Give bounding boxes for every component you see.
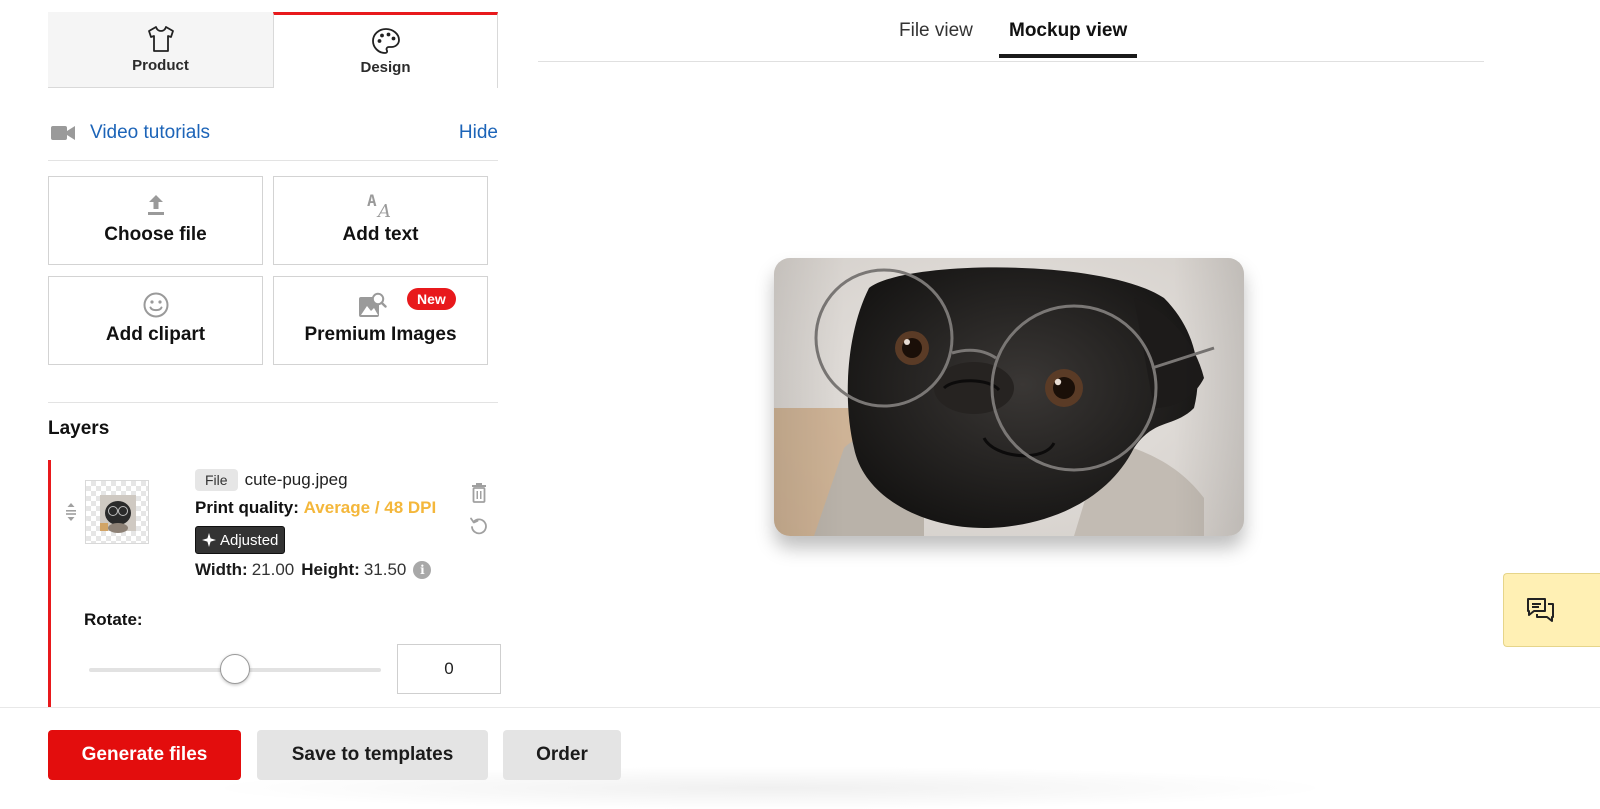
choose-file-label: Choose file [104,224,207,245]
design-panel: Product Design Video tutorials Hide Choo… [48,0,501,722]
tab-product-label: Product [132,57,189,74]
chat-icon [1527,598,1554,622]
tab-mockup-view[interactable]: Mockup view [999,20,1138,58]
text-icon: A A [367,191,391,219]
new-badge: New [407,288,456,310]
print-quality-value: Average / 48 DPI [303,498,437,517]
height-label: Height: [301,560,360,579]
tab-file-view[interactable]: File view [899,20,973,58]
drag-handle-icon[interactable] [65,502,77,522]
hide-tutorials-link[interactable]: Hide [459,122,498,144]
reset-icon[interactable] [469,516,489,536]
mode-tabs: Product Design [48,12,498,88]
video-tutorials-row: Video tutorials Hide [48,112,498,154]
action-bar: Generate files Save to templates Order [0,707,1600,809]
rotate-slider[interactable] [89,654,381,684]
adjusted-label: Adjusted [220,531,279,549]
rotate-input[interactable] [397,644,501,694]
info-icon[interactable]: i [413,561,432,579]
save-to-templates-button[interactable]: Save to templates [257,730,488,780]
pillow-mockup-preview[interactable] [774,258,1244,536]
print-quality-label: Print quality: [195,498,299,517]
tab-product[interactable]: Product [48,12,273,88]
premium-images-button[interactable]: New Premium Images [273,276,488,365]
sparkle-icon [202,533,216,547]
divider [48,160,498,161]
layer-type-chip: File [195,469,238,491]
width-value: 21.00 [251,560,295,579]
image-search-icon [359,292,387,317]
tab-design[interactable]: Design [273,12,498,88]
add-text-button[interactable]: A A Add text [273,176,488,265]
add-text-label: Add text [342,224,419,245]
premium-images-label: Premium Images [304,324,457,345]
slider-thumb[interactable] [220,654,250,684]
add-clipart-label: Add clipart [105,324,206,345]
height-value: 31.50 [363,560,407,579]
divider [48,402,498,403]
upload-icon [147,195,164,215]
video-camera-icon [51,126,75,140]
rotate-label: Rotate: [84,610,143,629]
generate-files-button[interactable]: Generate files [48,730,241,780]
tshirt-icon [147,26,174,52]
smiley-icon [143,292,168,318]
palette-icon [371,28,400,54]
video-tutorials-link[interactable]: Video tutorials [90,122,210,144]
pug-photo [774,258,1244,536]
svg-text:A: A [376,201,391,219]
design-tools: Choose file A A Add text Add clipart New… [48,176,498,366]
svg-text:A: A [367,191,377,210]
chat-support-button[interactable] [1503,573,1600,647]
width-label: Width: [195,560,248,579]
delete-icon[interactable] [469,482,489,504]
layer-item[interactable]: File cute-pug.jpeg Print quality: Averag… [48,460,501,722]
layers-heading: Layers [48,418,110,439]
layer-filename: cute-pug.jpeg [244,470,348,489]
tab-design-label: Design [360,59,411,76]
layer-thumbnail [85,480,149,544]
choose-file-button[interactable]: Choose file [48,176,263,265]
order-button[interactable]: Order [503,730,621,780]
layer-details: File cute-pug.jpeg Print quality: Averag… [195,468,455,580]
view-tabs: File view Mockup view [538,0,1484,62]
add-clipart-button[interactable]: Add clipart [48,276,263,365]
adjusted-badge: Adjusted [195,526,286,554]
